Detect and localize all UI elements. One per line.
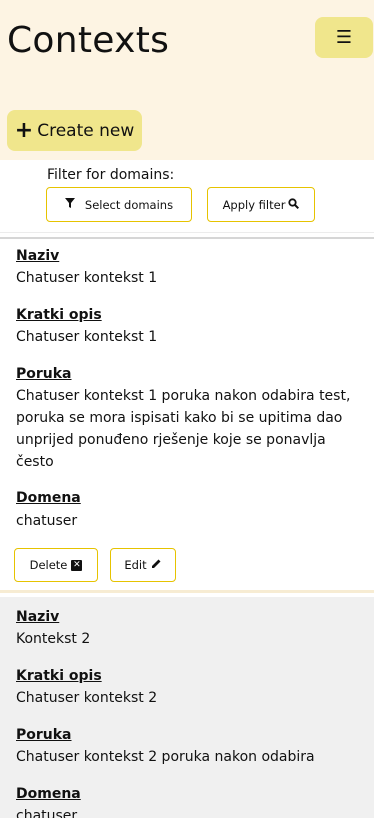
kratki-opis-label: Kratki opis <box>16 668 102 684</box>
hamburger-icon: ☰ <box>335 27 353 48</box>
create-new-button[interactable]: + Create new <box>7 110 142 151</box>
page-title: Contexts <box>7 20 170 61</box>
select-domains-label: Select domains <box>84 197 174 212</box>
poruka-value: Chatuser kontekst 1 poruka nakon odabira… <box>16 388 351 470</box>
close-box-icon: ✕ <box>71 559 83 571</box>
poruka-label: Poruka <box>16 727 72 743</box>
naziv-label: Naziv <box>16 609 60 625</box>
select-domains-button[interactable]: Select domains <box>46 187 192 222</box>
domena-label: Domena <box>16 786 81 802</box>
pencil-icon <box>151 558 162 572</box>
apply-filter-button[interactable]: Apply filter <box>207 187 315 222</box>
divider <box>0 232 374 233</box>
domena-label: Domena <box>16 490 81 506</box>
domena-value: chatuser <box>16 808 78 818</box>
plus-icon: + <box>14 117 34 143</box>
filter-label: Filter for domains: <box>47 167 175 183</box>
filter-icon <box>64 198 75 211</box>
create-new-label: Create new <box>37 120 135 141</box>
delete-label: Delete <box>29 558 68 572</box>
delete-button[interactable]: Delete ✕ <box>14 548 98 582</box>
naziv-value: Kontekst 2 <box>16 631 91 647</box>
edit-button[interactable]: Edit <box>110 548 176 582</box>
naziv-label: Naziv <box>16 248 60 264</box>
kratki-opis-value: Chatuser kontekst 1 <box>16 329 158 345</box>
page-header: Contexts ☰ + Create new <box>0 0 374 160</box>
poruka-label: Poruka <box>16 366 72 382</box>
search-icon <box>288 197 300 212</box>
apply-filter-label: Apply filter <box>222 197 286 212</box>
kratki-opis-value: Chatuser kontekst 2 <box>16 690 158 706</box>
edit-label: Edit <box>124 558 147 572</box>
kratki-opis-label: Kratki opis <box>16 307 102 323</box>
menu-button[interactable]: ☰ <box>315 17 373 58</box>
naziv-value: Chatuser kontekst 1 <box>16 270 158 286</box>
domena-value: chatuser <box>16 513 78 529</box>
poruka-value: Chatuser kontekst 2 poruka nakon odabira <box>16 749 315 765</box>
